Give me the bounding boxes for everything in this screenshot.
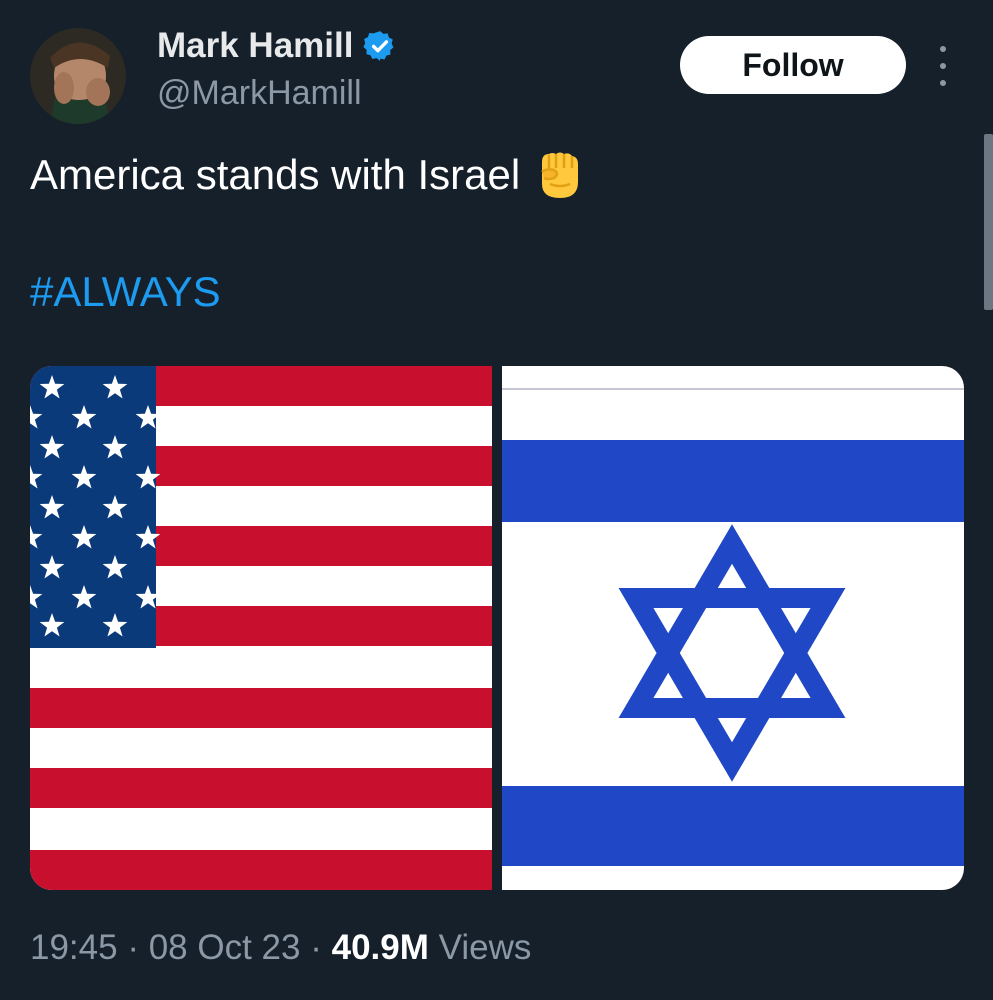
us-flag-image <box>30 366 492 890</box>
author-handle[interactable]: @MarkHamill <box>157 74 362 113</box>
views-label: Views <box>438 928 532 967</box>
tweet-meta: 19:45 · 08 Oct 23 · 40.9M Views <box>30 928 531 968</box>
follow-button[interactable]: Follow <box>680 36 906 94</box>
tweet-text: America stands with Israel <box>30 151 521 198</box>
views-count: 40.9M <box>331 928 429 967</box>
hashtag-link[interactable]: #ALWAYS <box>30 268 221 316</box>
more-dot <box>940 46 946 52</box>
tweet-time[interactable]: 19:45 <box>30 928 118 967</box>
tweet-media-image[interactable] <box>30 366 964 890</box>
tweet-date[interactable]: 08 Oct 23 <box>149 928 301 967</box>
author-name-row[interactable]: Mark Hamill <box>157 26 397 66</box>
scrollbar-thumb[interactable] <box>984 134 993 310</box>
raised-fist-emoji-icon <box>541 152 579 198</box>
author-display-name[interactable]: Mark Hamill <box>157 26 353 66</box>
israel-flag-image <box>502 366 964 890</box>
avatar-image <box>30 28 126 124</box>
meta-separator: · <box>127 928 139 967</box>
tweet-text-row: America stands with Israel <box>30 148 586 202</box>
more-dot <box>940 63 946 69</box>
verified-badge-icon <box>363 31 394 61</box>
more-dot <box>940 80 946 86</box>
avatar[interactable] <box>30 28 126 124</box>
meta-separator: · <box>310 928 322 967</box>
more-options-icon[interactable] <box>928 46 958 86</box>
